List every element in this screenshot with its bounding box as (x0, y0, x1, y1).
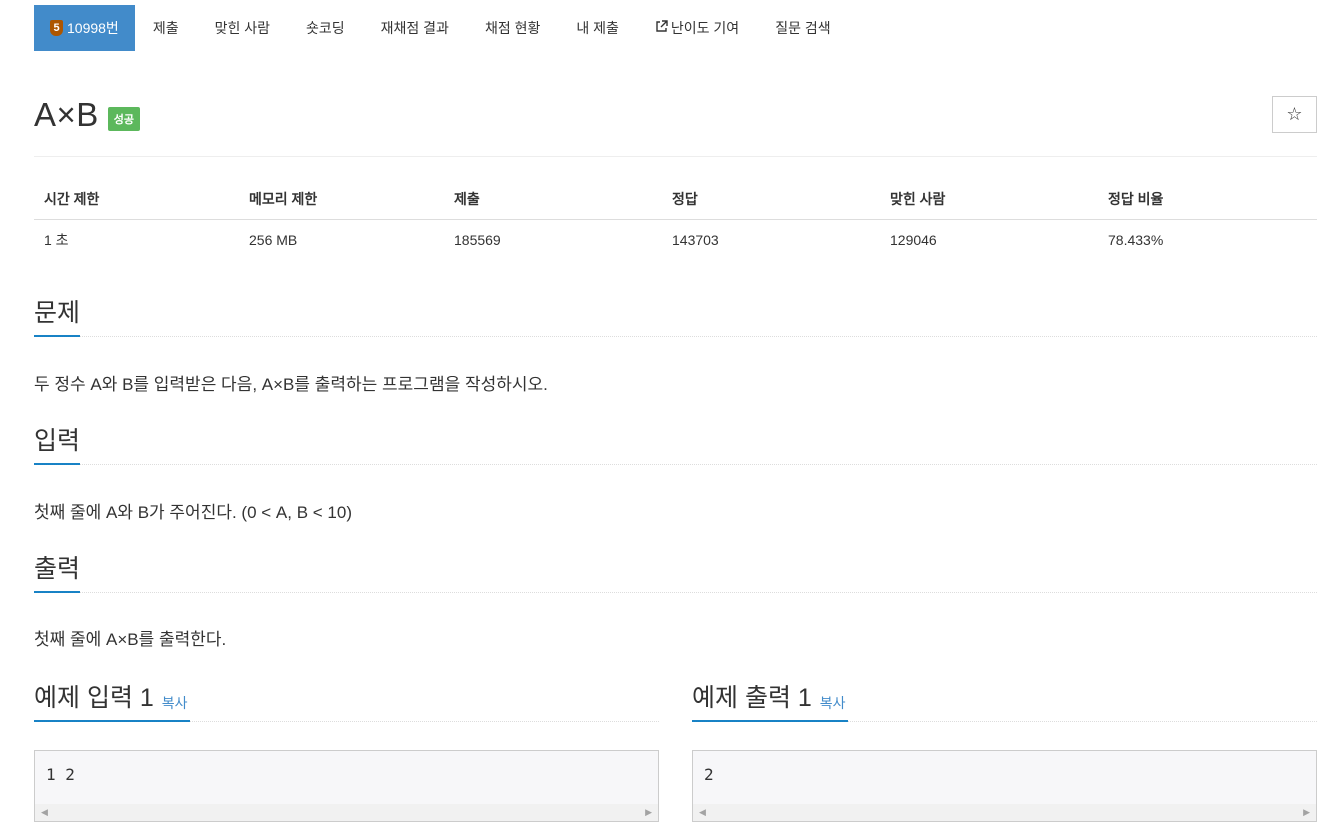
tier-badge-icon: 5 (50, 20, 63, 36)
value-accepted: 143703 (672, 231, 719, 248)
section-divider (34, 464, 1317, 465)
heading-underline (34, 591, 80, 593)
header-memory-limit: 메모리 제한 (239, 180, 444, 220)
sample-input-box[interactable]: 1 2 ◀ ▶ (34, 750, 659, 822)
heading-underline (34, 720, 190, 722)
sample-input-header: 예제 입력 1 복사 (34, 682, 659, 722)
header-submissions: 제출 (444, 180, 662, 220)
value-time-limit: 1 초 (44, 231, 69, 248)
value-submissions: 185569 (454, 231, 501, 248)
section-divider (34, 336, 1317, 337)
tab-status[interactable]: 채점 현황 (467, 5, 558, 51)
tab-problem[interactable]: 5 10998번 (34, 5, 135, 51)
heading-underline (34, 335, 80, 337)
description-heading: 문제 (34, 299, 81, 327)
tab-problem-label: 10998번 (67, 20, 119, 36)
title-divider (34, 156, 1317, 157)
input-section-header: 입력 (34, 425, 1317, 465)
problem-nav: 5 10998번 제출 맞힌 사람 숏코딩 재채점 결과 채점 현황 내 제출 … (34, 5, 849, 51)
sample-output-heading: 예제 출력 1 (692, 684, 812, 712)
value-solvers: 129046 (890, 231, 937, 248)
tab-difficulty-label: 난이도 기여 (670, 20, 740, 36)
header-solvers: 맞힌 사람 (880, 180, 1098, 220)
status-badge: 성공 (107, 107, 141, 131)
header-time-limit: 시간 제한 (34, 180, 239, 220)
scroll-right-icon[interactable]: ▶ (1303, 807, 1310, 818)
scroll-right-icon[interactable]: ▶ (645, 807, 652, 818)
input-heading: 입력 (34, 427, 81, 455)
description-section-header: 문제 (34, 297, 1317, 337)
tab-my-submit[interactable]: 내 제출 (558, 5, 637, 51)
value-memory-limit: 256 MB (249, 231, 298, 248)
heading-underline (692, 720, 848, 722)
output-section-header: 출력 (34, 553, 1317, 593)
tab-difficulty[interactable]: 난이도 기여 (637, 5, 757, 51)
copy-output-button[interactable]: 복사 (820, 695, 846, 711)
copy-input-button[interactable]: 복사 (162, 695, 188, 711)
problem-info-table: 시간 제한 메모리 제한 제출 정답 맞힌 사람 정답 비율 1 초 256 M… (34, 180, 1317, 260)
sample-input-heading-wrap: 예제 입력 1 복사 (34, 682, 188, 717)
value-ratio: 78.433% (1108, 231, 1164, 248)
sample-output-heading-wrap: 예제 출력 1 복사 (692, 682, 846, 717)
scroll-left-icon[interactable]: ◀ (41, 807, 48, 818)
horizontal-scrollbar[interactable]: ◀ ▶ (35, 804, 658, 821)
header-accepted: 정답 (662, 180, 880, 220)
external-link-icon (655, 20, 668, 36)
sample-input-heading: 예제 입력 1 (34, 684, 154, 712)
tab-solvers[interactable]: 맞힌 사람 (197, 5, 288, 51)
sample-output-header: 예제 출력 1 복사 (692, 682, 1317, 722)
scroll-left-icon[interactable]: ◀ (699, 807, 706, 818)
horizontal-scrollbar[interactable]: ◀ ▶ (693, 804, 1316, 821)
sample-input-content: 1 2 (46, 765, 75, 784)
output-text: 첫째 줄에 A×B를 출력한다. (34, 630, 227, 649)
favorite-button[interactable]: ☆ (1272, 96, 1317, 133)
input-text: 첫째 줄에 A와 B가 주어진다. (0 < A, B < 10) (34, 503, 352, 522)
tab-question-search[interactable]: 질문 검색 (757, 5, 848, 51)
table-header-row: 시간 제한 메모리 제한 제출 정답 맞힌 사람 정답 비율 (34, 180, 1317, 220)
problem-title: A×B (34, 96, 99, 133)
output-heading: 출력 (34, 555, 81, 583)
table-row: 1 초 256 MB 185569 143703 129046 78.433% (34, 219, 1317, 260)
star-icon: ☆ (1286, 104, 1303, 124)
sample-output-box[interactable]: 2 ◀ ▶ (692, 750, 1317, 822)
tab-submit[interactable]: 제출 (135, 5, 197, 51)
description-text: 두 정수 A와 B를 입력받은 다음, A×B를 출력하는 프로그램을 작성하시… (34, 375, 548, 394)
tab-rejudge[interactable]: 재채점 결과 (363, 5, 467, 51)
header-ratio: 정답 비율 (1098, 180, 1317, 220)
section-divider (34, 592, 1317, 593)
sample-output-content: 2 (704, 765, 714, 784)
heading-underline (34, 463, 80, 465)
tab-shortcoding[interactable]: 숏코딩 (288, 5, 363, 51)
problem-title-row: A×B 성공 (34, 96, 141, 134)
